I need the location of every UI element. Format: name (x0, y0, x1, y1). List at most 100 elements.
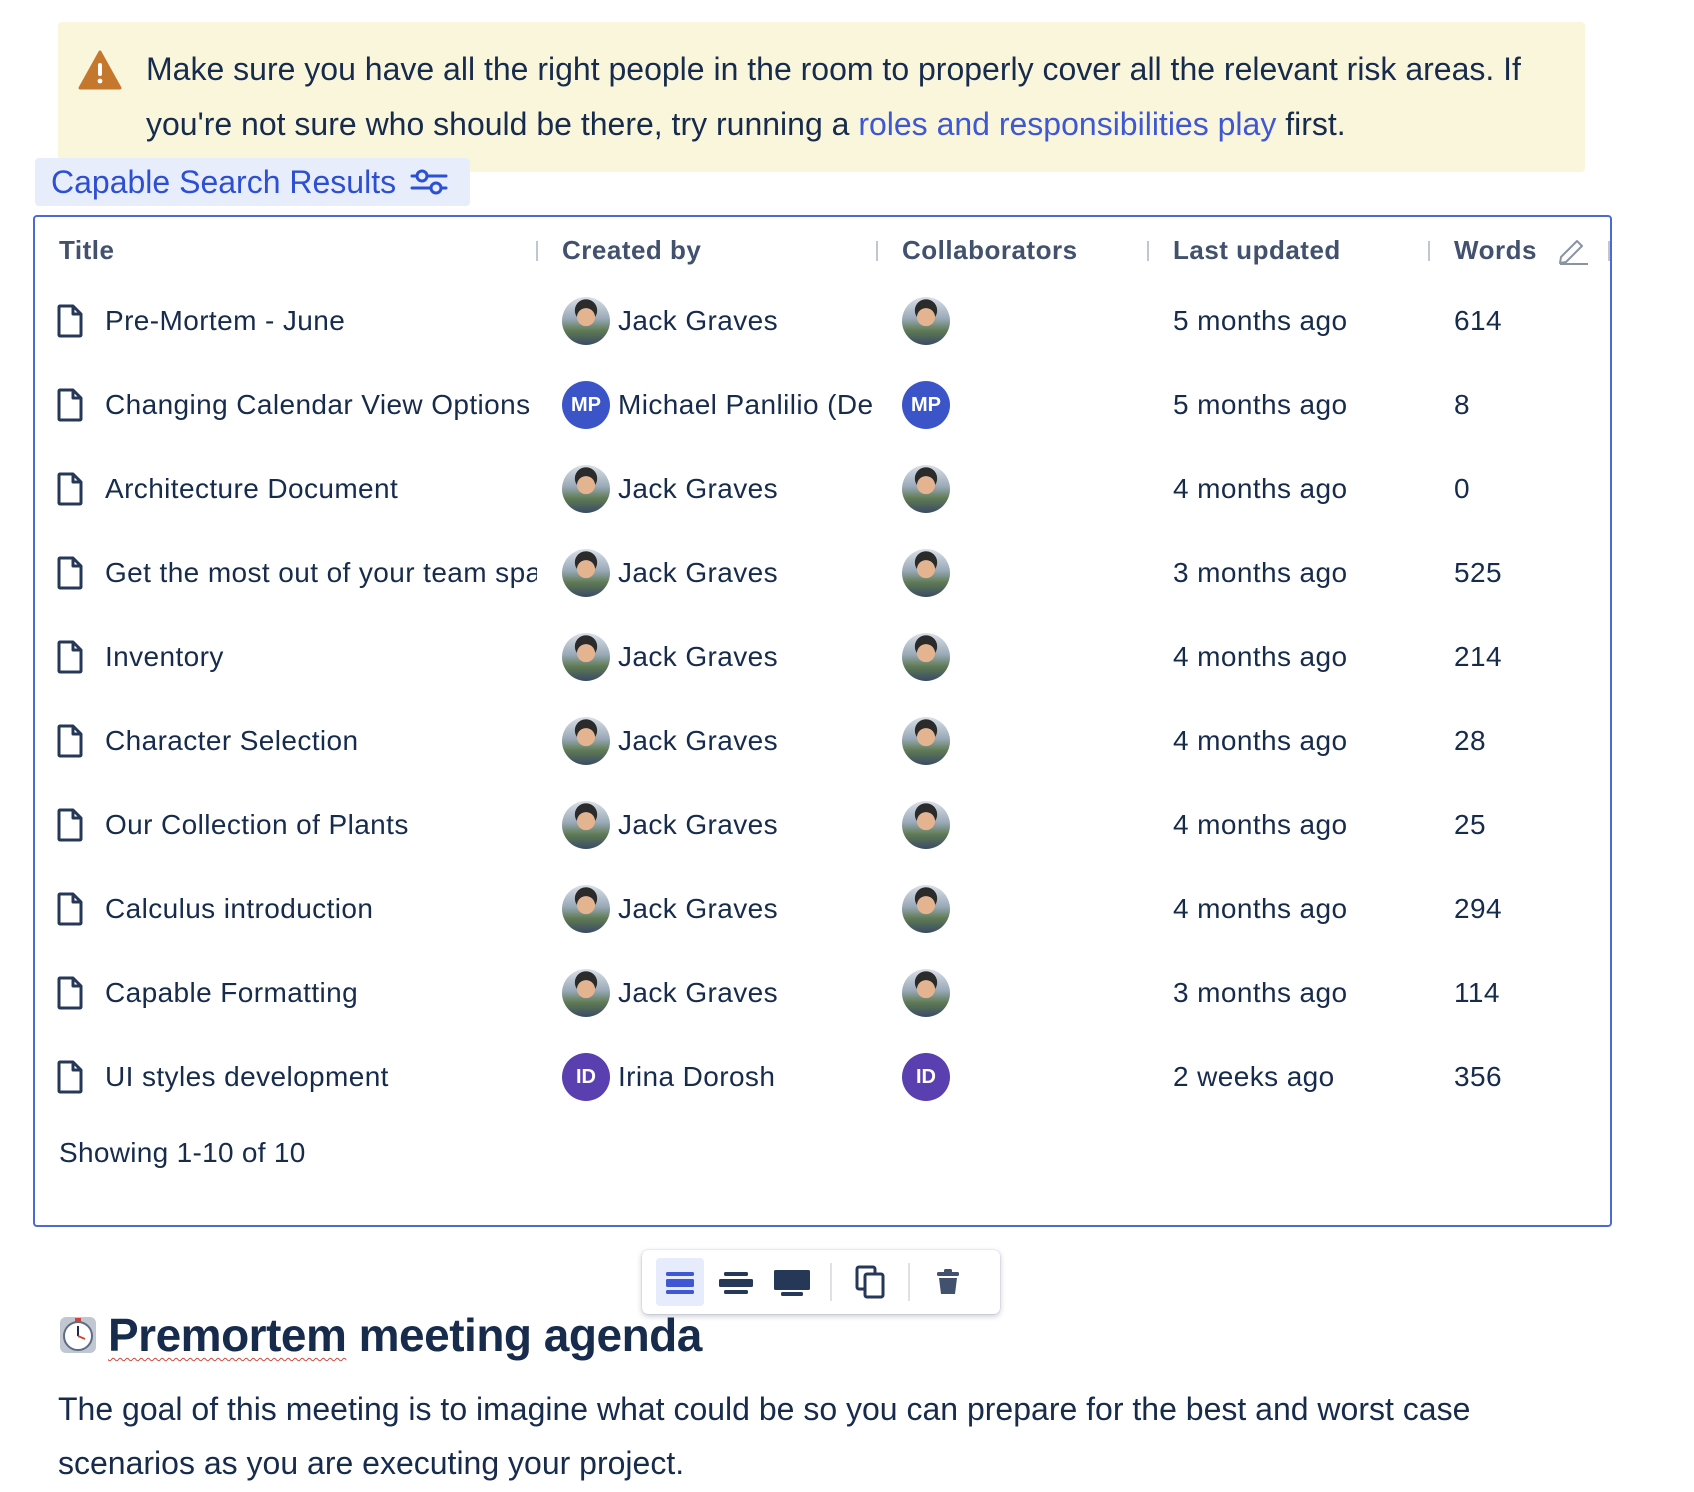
cell-title: Calculus introduction (57, 867, 537, 951)
page-icon (57, 472, 83, 506)
spellcheck-word[interactable]: Premortem (108, 1309, 347, 1361)
page-title-link[interactable]: Pre-Mortem - June (105, 305, 345, 337)
table-row: Our Collection of Plants Jack Graves 4 mon… (35, 783, 1610, 867)
table-row: Get the most out of your team space Jack … (35, 531, 1610, 615)
page-title-link[interactable]: Capable Formatting (105, 977, 358, 1009)
macro-title-button[interactable]: Capable Search Results (35, 158, 471, 206)
macro-title: Capable Search Results (51, 163, 397, 200)
table-row: Pre-Mortem - June Jack Graves 5 months ago… (35, 279, 1610, 363)
creator-name[interactable]: Irina Dorosh (618, 1061, 775, 1093)
layout-full-width-button[interactable] (768, 1258, 816, 1306)
creator-name[interactable]: Jack Graves (618, 641, 778, 673)
page-title-link[interactable]: Calculus introduction (105, 893, 373, 925)
creator-name[interactable]: Jack Graves (618, 725, 778, 757)
column-header-collaborators[interactable]: Collaborators (902, 235, 1078, 266)
cell-words: 28 (1454, 725, 1486, 756)
cell-last-updated: 5 months ago (1173, 305, 1348, 336)
creator-avatar[interactable] (562, 717, 610, 765)
cell-last-updated: 3 months ago (1173, 557, 1348, 588)
collaborator-avatar[interactable] (902, 465, 950, 513)
cell-collaborators: ID (902, 1035, 1142, 1119)
page-icon (57, 556, 83, 590)
cell-created-by: Jack Graves (562, 951, 872, 1035)
page-title-link[interactable]: UI styles development (105, 1061, 389, 1093)
roles-responsibilities-link[interactable]: roles and responsibilities play (858, 106, 1276, 142)
layout-wide-button[interactable] (712, 1258, 760, 1306)
cell-words: 356 (1454, 1061, 1502, 1092)
column-header-last-updated[interactable]: Last updated (1173, 235, 1341, 266)
creator-avatar[interactable] (562, 633, 610, 681)
collaborator-avatar[interactable] (902, 885, 950, 933)
column-header-created-by[interactable]: Created by (562, 235, 701, 266)
creator-name[interactable]: Jack Graves (618, 305, 778, 337)
cell-last-updated: 2 weeks ago (1173, 1061, 1335, 1092)
creator-name[interactable]: Michael Panlilio (Deactivated) (618, 389, 872, 421)
page-title-link[interactable]: Architecture Document (105, 473, 398, 505)
creator-avatar[interactable] (562, 465, 610, 513)
edit-columns-icon[interactable] (1555, 235, 1589, 265)
cell-created-by: Jack Graves (562, 531, 872, 615)
page-icon (57, 1060, 83, 1094)
collaborator-avatar[interactable] (902, 969, 950, 1017)
toolbar-divider (908, 1263, 910, 1301)
creator-avatar[interactable] (562, 801, 610, 849)
column-resize-handle[interactable] (1147, 241, 1149, 261)
layout-wide-icon (719, 1272, 753, 1294)
collaborator-avatar[interactable] (902, 297, 950, 345)
collaborator-avatar[interactable] (902, 633, 950, 681)
page-title-link[interactable]: Get the most out of your team space (105, 557, 537, 589)
column-resize-handle[interactable] (876, 241, 878, 261)
cell-title: Changing Calendar View Options (57, 363, 537, 447)
cell-title: Get the most out of your team space (57, 531, 537, 615)
layout-default-button[interactable] (656, 1258, 704, 1306)
collaborator-avatar[interactable]: MP (902, 381, 950, 429)
creator-name[interactable]: Jack Graves (618, 977, 778, 1009)
cell-last-updated: 5 months ago (1173, 389, 1348, 420)
page-title-link[interactable]: Our Collection of Plants (105, 809, 409, 841)
creator-avatar[interactable] (562, 297, 610, 345)
collaborator-avatar[interactable] (902, 549, 950, 597)
cell-title: Character Selection (57, 699, 537, 783)
cell-last-updated: 4 months ago (1173, 473, 1348, 504)
cell-collaborators (902, 867, 1142, 951)
page-title-link[interactable]: Inventory (105, 641, 224, 673)
column-resize-handle[interactable] (1608, 241, 1610, 261)
collaborator-avatar[interactable] (902, 717, 950, 765)
delete-button[interactable] (924, 1258, 972, 1306)
copy-button[interactable] (846, 1258, 894, 1306)
creator-avatar[interactable]: ID (562, 1053, 610, 1101)
filter-sliders-icon[interactable] (410, 167, 448, 197)
intro-paragraph: The goal of this meeting is to imagine w… (58, 1391, 1471, 1481)
cell-collaborators (902, 531, 1142, 615)
collaborator-avatar[interactable]: ID (902, 1053, 950, 1101)
cell-created-by: Jack Graves (562, 867, 872, 951)
table-row: Capable Formatting Jack Graves 3 months ag… (35, 951, 1610, 1035)
search-results-table: Title Created by Collaborators Last upda… (33, 215, 1612, 1227)
column-header-words[interactable]: Words (1454, 235, 1537, 266)
copy-icon (855, 1265, 885, 1299)
creator-avatar[interactable]: MP (562, 381, 610, 429)
panel-text-after: first. (1276, 106, 1346, 142)
creator-avatar[interactable] (562, 549, 610, 597)
page-title-link[interactable]: Character Selection (105, 725, 359, 757)
creator-avatar[interactable] (562, 885, 610, 933)
creator-name[interactable]: Jack Graves (618, 473, 778, 505)
cell-created-by: ID Irina Dorosh (562, 1035, 872, 1119)
cell-title: Our Collection of Plants (57, 783, 537, 867)
creator-name[interactable]: Jack Graves (618, 557, 778, 589)
cell-collaborators (902, 699, 1142, 783)
cell-words: 8 (1454, 389, 1470, 420)
creator-name[interactable]: Jack Graves (618, 809, 778, 841)
column-resize-handle[interactable] (1428, 241, 1430, 261)
pagination-summary: Showing 1-10 of 10 (59, 1137, 306, 1168)
layout-full-width-icon (774, 1270, 810, 1296)
creator-avatar[interactable] (562, 969, 610, 1017)
creator-name[interactable]: Jack Graves (618, 893, 778, 925)
cell-words: 525 (1454, 557, 1502, 588)
collaborator-avatar[interactable] (902, 801, 950, 849)
page-icon (57, 640, 83, 674)
cell-words: 25 (1454, 809, 1486, 840)
column-header-title[interactable]: Title (59, 235, 114, 266)
page-title-link[interactable]: Changing Calendar View Options (105, 389, 531, 421)
column-resize-handle[interactable] (536, 241, 538, 261)
